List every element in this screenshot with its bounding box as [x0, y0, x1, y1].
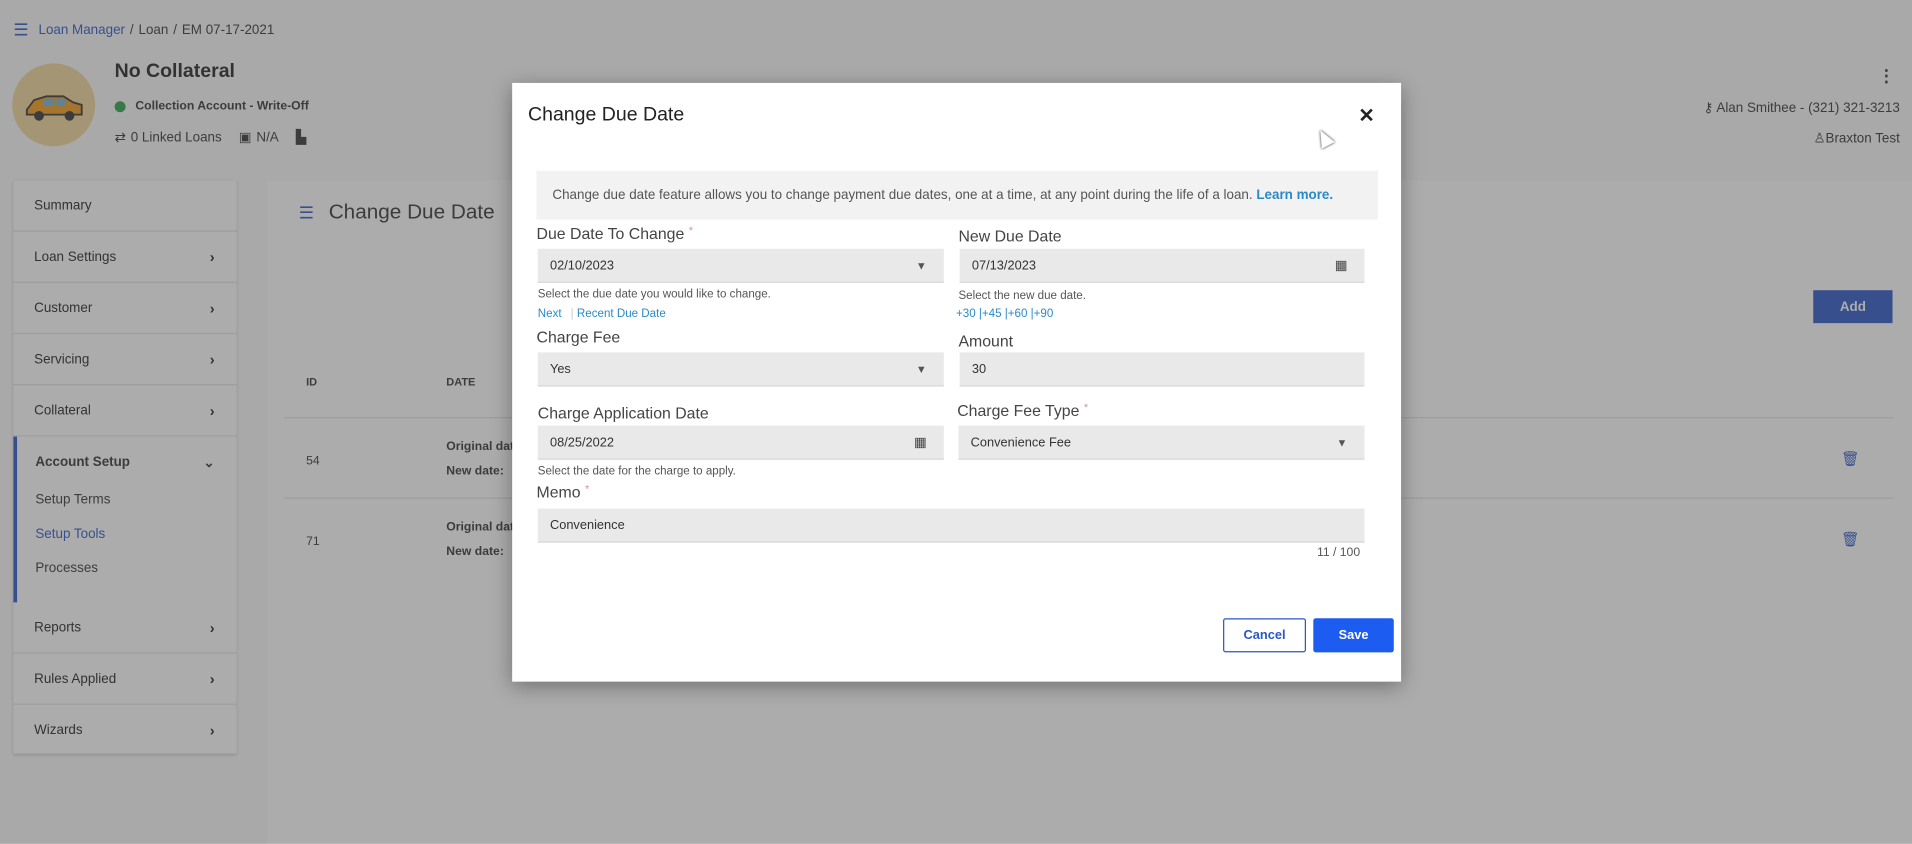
dropdown-caret-icon: ▼ — [1336, 436, 1348, 449]
learn-more-link[interactable]: Learn more. — [1256, 188, 1333, 203]
charge-application-date-field[interactable]: 08/25/2022 ▦ — [537, 425, 944, 460]
memo-input[interactable]: Convenience — [537, 508, 1365, 543]
calendar-icon[interactable]: ▦ — [914, 426, 927, 460]
calendar-icon[interactable]: ▦ — [1335, 249, 1348, 283]
memo-label: Memo * — [536, 482, 590, 502]
charge-fee-type-label: Charge Fee Type * — [957, 401, 1089, 420]
change-due-date-modal: Change Due Date ✕ Change due date featur… — [512, 82, 1402, 682]
quick-add-days-links[interactable]: +30 |+45 |+60 |+90 — [956, 307, 1053, 320]
dropdown-caret-icon: ▼ — [915, 259, 927, 272]
due-date-hint: Select the due date you would like to ch… — [537, 287, 771, 302]
charge-fee-select[interactable]: Yes ▼ — [537, 352, 944, 387]
charge-application-date-hint: Select the date for the charge to apply. — [537, 464, 736, 479]
new-due-date-field[interactable]: 07/13/2023 ▦ — [959, 248, 1365, 283]
due-date-select[interactable]: 02/10/2023 ▼ — [537, 248, 944, 283]
modal-title: Change Due Date — [528, 104, 685, 126]
close-icon[interactable]: ✕ — [1358, 104, 1374, 128]
dropdown-caret-icon: ▼ — [915, 363, 927, 376]
due-date-label: Due Date To Change * — [536, 224, 694, 243]
new-due-date-label: New Due Date — [958, 226, 1062, 246]
amount-input[interactable]: 30 — [959, 352, 1365, 387]
recent-due-date-link[interactable]: | Recent Due Date — [571, 307, 666, 320]
next-link[interactable]: Next — [538, 307, 562, 320]
charge-fee-type-select[interactable]: Convenience Fee ▼ — [958, 425, 1365, 460]
charge-application-date-label: Charge Application Date — [537, 403, 709, 422]
memo-char-counter: 11 / 100 — [1316, 546, 1361, 560]
new-due-date-hint: Select the new due date. — [958, 288, 1086, 303]
amount-label: Amount — [958, 331, 1014, 350]
save-button[interactable]: Save — [1313, 618, 1394, 653]
info-banner: Change due date feature allows you to ch… — [536, 170, 1378, 220]
cancel-button[interactable]: Cancel — [1223, 618, 1306, 653]
charge-fee-label: Charge Fee — [536, 328, 621, 347]
